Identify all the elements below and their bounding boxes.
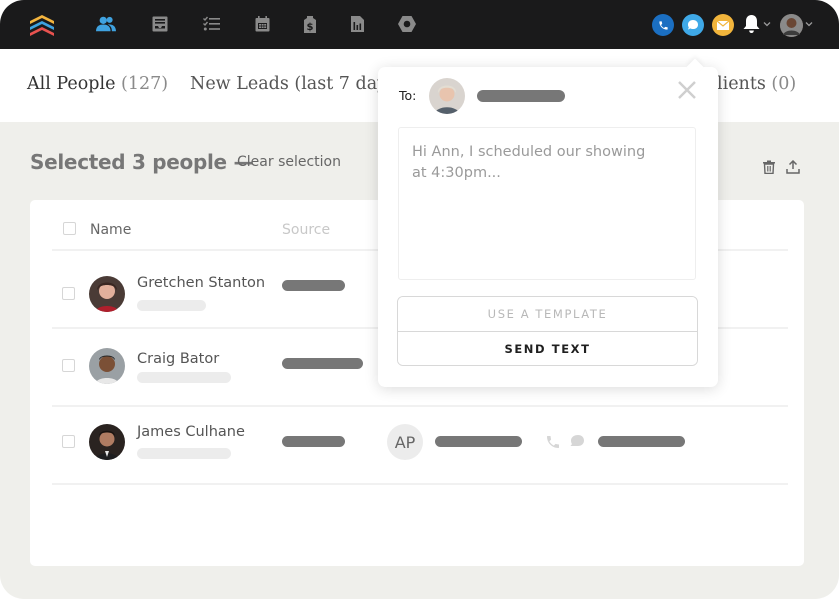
tab-all-people[interactable]: All People (127) [27, 74, 168, 94]
column-header-source[interactable]: Source [282, 222, 330, 238]
message-textarea[interactable]: Hi Ann, I scheduled our showing at 4:30p… [398, 127, 696, 280]
column-header-name[interactable]: Name [90, 222, 131, 238]
tab-label: New Leads (last 7 day [190, 74, 388, 94]
envelope-icon[interactable] [712, 14, 734, 36]
close-icon[interactable] [676, 79, 698, 101]
inbox-icon[interactable] [150, 14, 170, 34]
app-logo[interactable] [28, 13, 56, 39]
popover-button-group: USE A TEMPLATE SEND TEXT [397, 296, 698, 366]
send-text-button[interactable]: SEND TEXT [398, 332, 697, 365]
trash-icon[interactable] [762, 160, 776, 174]
divider [52, 483, 788, 485]
source-placeholder-bar [282, 280, 345, 291]
placeholder-bar [137, 372, 231, 383]
placeholder-bar [598, 436, 685, 447]
avatar [89, 348, 125, 384]
selection-title: Selected 3 people — [30, 150, 254, 174]
price-tag-icon[interactable]: $ [300, 14, 320, 34]
avatar [89, 424, 125, 460]
to-label: To: [399, 88, 417, 103]
send-text-popover: To: Hi Ann, I scheduled our showing at 4… [378, 58, 718, 387]
tab-label: All People [27, 74, 116, 94]
row-checkbox[interactable] [62, 287, 75, 300]
agent-placeholder-bar [435, 436, 522, 447]
source-placeholder-bar [282, 436, 345, 447]
chat-bubble-icon[interactable] [682, 14, 704, 36]
tab-new-leads[interactable]: New Leads (last 7 day [190, 74, 387, 94]
person-name[interactable]: Craig Bator [137, 351, 219, 367]
person-name[interactable]: Gretchen Stanton [137, 275, 265, 291]
user-avatar[interactable] [780, 14, 803, 37]
divider [52, 405, 788, 407]
placeholder-bar [137, 448, 231, 459]
row-checkbox[interactable] [62, 359, 75, 372]
source-placeholder-bar [282, 358, 363, 369]
chevron-down-icon[interactable] [763, 20, 771, 28]
person-name[interactable]: James Culhane [137, 424, 245, 440]
svg-text:$: $ [307, 22, 314, 33]
top-nav-bar: $ [0, 0, 839, 49]
app-window: $ All People (127) New Leads (last 7 day… [0, 0, 839, 599]
tab-label: lients [717, 74, 766, 94]
hexagon-icon[interactable] [397, 14, 417, 34]
bell-icon[interactable] [741, 14, 761, 34]
placeholder-bar [137, 300, 206, 311]
select-all-checkbox[interactable] [63, 222, 76, 235]
chat-bubble-icon[interactable] [569, 434, 585, 450]
tab-clients[interactable]: lients (0) [717, 74, 796, 94]
avatar [89, 276, 125, 312]
report-icon[interactable] [347, 14, 367, 34]
use-template-button[interactable]: USE A TEMPLATE [398, 297, 697, 332]
recipient-name-placeholder [477, 90, 565, 102]
phone-icon[interactable] [652, 14, 674, 36]
tab-count: (0) [771, 74, 797, 94]
recipient-avatar [429, 78, 465, 114]
export-icon[interactable] [786, 160, 800, 174]
phone-icon[interactable] [545, 434, 561, 450]
people-icon[interactable] [96, 14, 116, 34]
clear-selection-link[interactable]: Clear selection [237, 154, 341, 170]
tasks-icon[interactable] [201, 14, 221, 34]
agent-initials-badge: AP [387, 424, 423, 460]
chevron-down-icon[interactable] [805, 20, 813, 28]
tab-count: (127) [121, 74, 169, 94]
row-checkbox[interactable] [62, 435, 75, 448]
calendar-icon[interactable] [252, 14, 272, 34]
